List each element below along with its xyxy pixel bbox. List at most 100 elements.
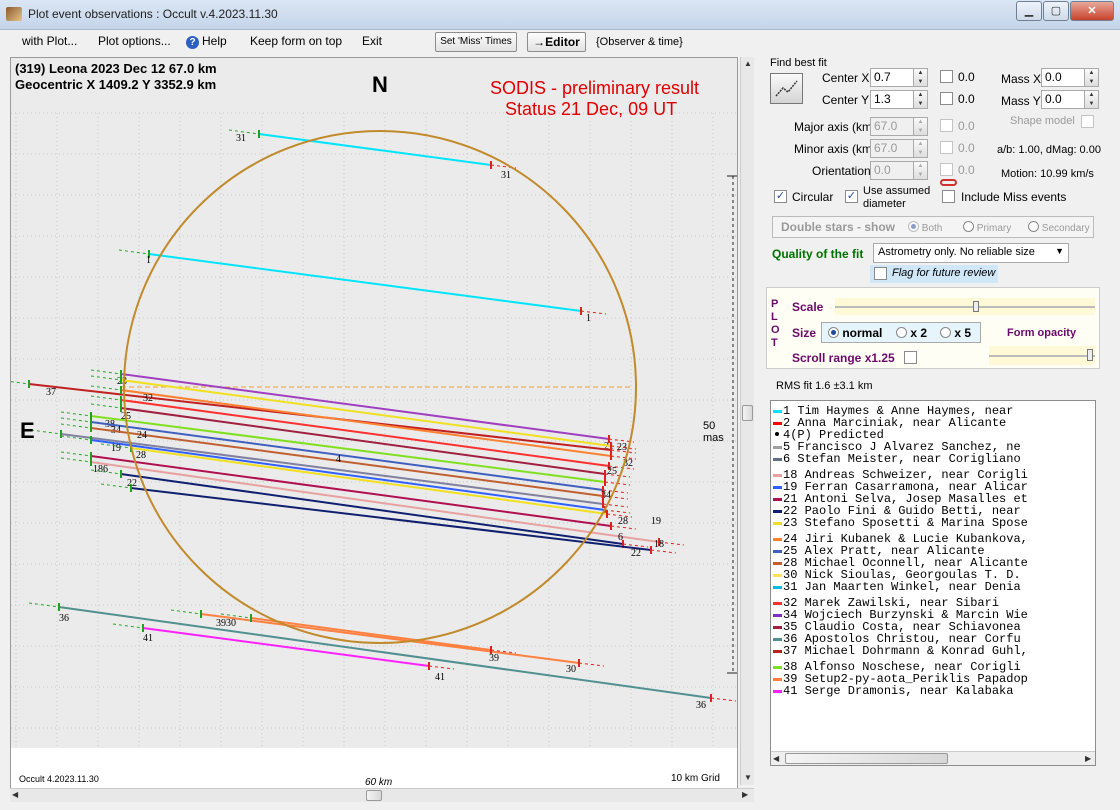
- ab-dmag-text: a/b: 1.00, dMag: 0.00: [997, 144, 1101, 156]
- center-y-spinner[interactable]: ▲ ▼: [913, 90, 928, 109]
- list-horizontal-scrollbar[interactable]: ◀ ▶: [771, 751, 1095, 765]
- scale-slider-thumb[interactable]: [973, 301, 979, 312]
- chord-pre-dashed: [90, 395, 122, 401]
- minor-axis-input[interactable]: 67.0: [870, 139, 914, 158]
- chord-label: 31: [236, 133, 246, 144]
- mass-y-spinner[interactable]: ▲ ▼: [1084, 90, 1099, 109]
- size-normal-option[interactable]: normal: [828, 326, 882, 340]
- double-stars-group: Double stars - show Both Primary Seconda…: [772, 216, 1094, 238]
- center-x-label: Center X: [822, 71, 870, 85]
- major-axis-label: Major axis (km): [794, 120, 877, 134]
- scroll-left-icon[interactable]: ◀: [12, 790, 18, 799]
- center-x-input[interactable]: 0.7: [870, 68, 914, 87]
- chord-pre-dashed: [90, 403, 122, 409]
- major-axis-input[interactable]: 67.0: [870, 117, 914, 136]
- close-button[interactable]: ✕: [1070, 1, 1114, 21]
- scroll-down-icon[interactable]: ▼: [744, 773, 752, 782]
- orientation-input[interactable]: 0.0: [870, 161, 914, 180]
- double-secondary-option[interactable]: Secondary: [1028, 221, 1090, 234]
- list-scroll-right-icon[interactable]: ▶: [1085, 754, 1091, 763]
- series-color-swatch: [773, 574, 782, 577]
- center-x-fix-checkbox[interactable]: [940, 70, 953, 83]
- observer-label: 23 Stefano Sposetti & Marina Spose: [783, 516, 1028, 530]
- orientation-fix-checkbox[interactable]: [940, 163, 953, 176]
- scroll-right-icon[interactable]: ▶: [742, 790, 748, 799]
- list-scroll-thumb[interactable]: [785, 753, 948, 764]
- center-y-input[interactable]: 1.3: [870, 90, 914, 109]
- motion-text: Motion: 10.99 km/s: [1001, 168, 1094, 180]
- plot-vertical-scrollbar[interactable]: ▲ ▼: [740, 57, 754, 785]
- observer-label: 6 Stefan Meister, near Corigliano: [783, 452, 1021, 466]
- mass-x-input[interactable]: 0.0: [1041, 68, 1085, 87]
- size-x5-option[interactable]: x 5: [940, 326, 971, 340]
- scroll-range-checkbox[interactable]: [904, 351, 917, 364]
- series-color-swatch: [775, 432, 779, 436]
- minor-axis-fix-checkbox[interactable]: [940, 141, 953, 154]
- chord-label: 41: [143, 633, 153, 644]
- sodis-status-1: SODIS - preliminary result: [490, 78, 700, 98]
- size-x2-option[interactable]: x 2: [896, 326, 927, 340]
- find-best-fit-button[interactable]: [770, 73, 803, 104]
- menu-keep-on-top[interactable]: Keep form on top: [250, 34, 342, 48]
- series-color-swatch: [773, 690, 782, 693]
- menu-exit[interactable]: Exit: [362, 34, 382, 48]
- mass-y-input[interactable]: 0.0: [1041, 90, 1085, 109]
- major-axis-spinner[interactable]: ▲ ▼: [913, 117, 928, 136]
- menu-plot-options[interactable]: Plot options...: [98, 34, 171, 48]
- series-color-swatch: [773, 458, 782, 461]
- series-color-swatch: [773, 422, 782, 425]
- include-miss-checkbox[interactable]: [942, 190, 955, 203]
- chord-label: 186: [93, 464, 108, 475]
- scale-slider[interactable]: [835, 298, 1095, 315]
- observer-list[interactable]: 1 Tim Haymes & Anne Haymes, near 2 Anna …: [770, 400, 1096, 766]
- center-x-spinner[interactable]: ▲ ▼: [913, 68, 928, 87]
- chord-label: 1: [586, 313, 591, 324]
- minor-axis-label: Minor axis (km): [794, 142, 877, 156]
- plot-area[interactable]: 3131112321233732322525383434244191928281…: [10, 57, 738, 790]
- menu-bar: with Plot... Plot options... ? Help Keep …: [0, 30, 1120, 54]
- center-y-fix-checkbox[interactable]: [940, 92, 953, 105]
- minor-axis-spinner[interactable]: ▲ ▼: [913, 139, 928, 158]
- circular-checkbox[interactable]: ✓: [774, 190, 787, 203]
- vertical-scroll-thumb[interactable]: [742, 405, 753, 421]
- scroll-range-label: Scroll range x1.25: [792, 351, 895, 365]
- mass-y-label: Mass Y: [1001, 94, 1041, 108]
- north-label: N: [372, 72, 388, 97]
- observer-time-label: {Observer & time}: [596, 36, 683, 48]
- occultation-chord: [200, 613, 580, 664]
- chord-pre-dashed: [60, 423, 92, 429]
- flag-review-checkbox[interactable]: [874, 267, 887, 280]
- center-x-zero: 0.0: [958, 70, 975, 84]
- series-color-swatch: [773, 562, 782, 565]
- horizontal-scroll-thumb[interactable]: [366, 790, 382, 801]
- use-assumed-label: Use assumed: [863, 185, 931, 197]
- quality-fit-select[interactable]: Astrometry only. No reliable size ▼: [873, 243, 1069, 263]
- mass-x-spinner[interactable]: ▲ ▼: [1084, 68, 1099, 87]
- scroll-up-icon[interactable]: ▲: [744, 59, 752, 68]
- plot-side-letters: PLOT: [771, 298, 780, 349]
- opacity-slider-thumb[interactable]: [1087, 349, 1093, 361]
- double-primary-option[interactable]: Primary: [963, 221, 1011, 234]
- orientation-spinner[interactable]: ▲ ▼: [913, 161, 928, 180]
- chord-post-dashed: [428, 665, 455, 670]
- double-both-option[interactable]: Both: [908, 221, 942, 234]
- set-miss-times-button[interactable]: Set 'Miss' Times: [435, 32, 517, 52]
- chord-label: 37: [46, 387, 56, 398]
- form-opacity-slider[interactable]: [989, 346, 1095, 365]
- menu-help[interactable]: ? Help: [186, 34, 227, 49]
- find-best-fit-label: Find best fit: [770, 57, 827, 69]
- chord-label: 41: [435, 672, 445, 683]
- chord-post-dashed: [578, 662, 605, 667]
- maximize-button[interactable]: ▢: [1043, 1, 1069, 21]
- chord-post-dashed: [710, 697, 737, 702]
- minimize-button[interactable]: ▁: [1016, 1, 1042, 21]
- shape-model-checkbox[interactable]: [1081, 115, 1094, 128]
- editor-button[interactable]: →Editor: [527, 32, 586, 52]
- menu-with-plot[interactable]: with Plot...: [22, 34, 77, 48]
- series-color-swatch: [773, 586, 782, 589]
- use-assumed-diameter-checkbox[interactable]: ✓: [845, 190, 858, 203]
- list-scroll-left-icon[interactable]: ◀: [773, 754, 779, 763]
- major-axis-fix-checkbox[interactable]: [940, 119, 953, 132]
- major-axis-zero: 0.0: [958, 119, 975, 133]
- plot-horizontal-scrollbar[interactable]: ◀ ▶: [10, 788, 754, 802]
